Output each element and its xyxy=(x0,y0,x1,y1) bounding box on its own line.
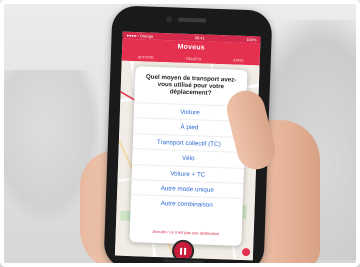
status-time: 09:41 xyxy=(194,35,205,41)
camera-icon xyxy=(166,16,173,23)
tab-stats[interactable]: STATS xyxy=(231,58,246,63)
photo-scene: ●●●●○ Orange 09:41 100% Moveus ACTIVITÉ … xyxy=(0,0,360,267)
pause-icon xyxy=(179,247,187,255)
earpiece xyxy=(178,17,207,23)
dialog-title: Quel moyen de transport avez-vous utilis… xyxy=(145,73,237,98)
transport-mode-dialog: Quel moyen de transport avez-vous utilis… xyxy=(129,66,248,246)
cancel-link[interactable]: Annuler / ce n'est pas une destination xyxy=(130,228,242,237)
status-battery: 100% xyxy=(246,36,257,43)
option-autre-combinaison[interactable]: Autre combinaison xyxy=(130,194,243,214)
status-carrier: ●●●●○ Orange xyxy=(126,32,154,39)
stop-tracking-button[interactable] xyxy=(171,239,195,261)
tab-activite[interactable]: ACTIVITÉ xyxy=(136,55,156,60)
app-title: Moveus xyxy=(177,43,205,52)
tab-trajets[interactable]: TRAJETS xyxy=(183,57,203,62)
home-indicator[interactable] xyxy=(163,259,204,264)
